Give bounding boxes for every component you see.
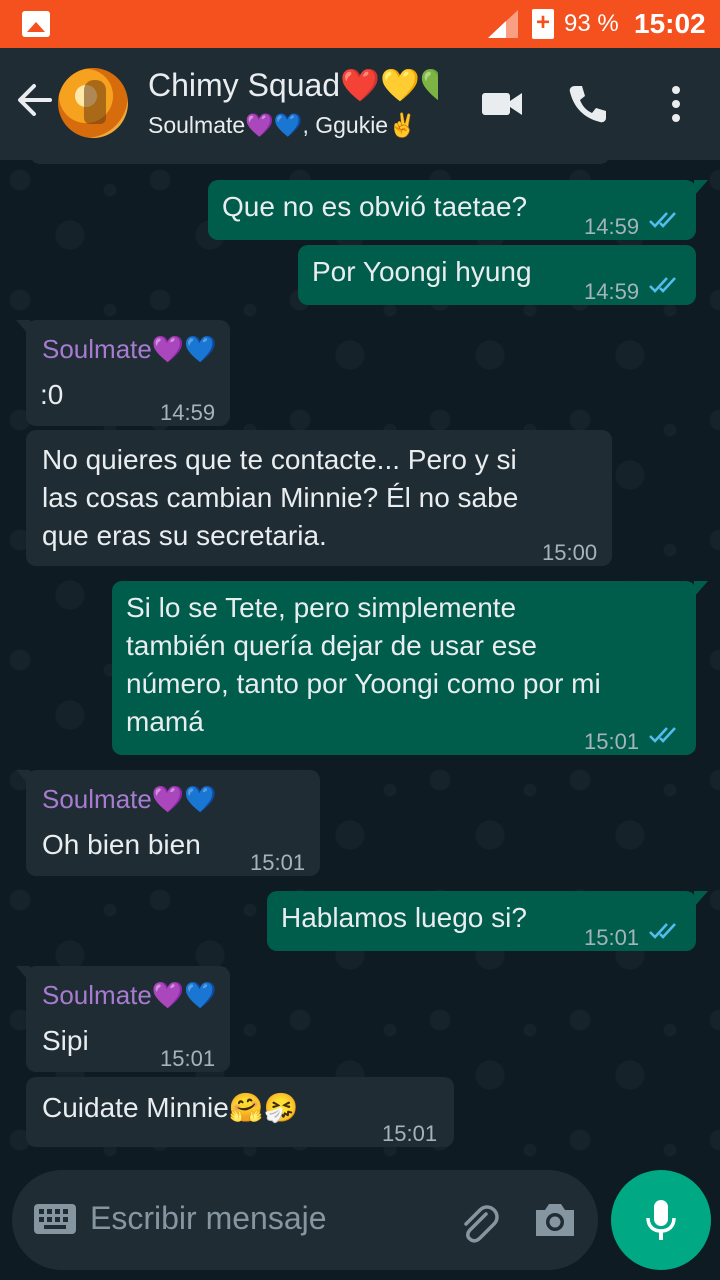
message-list[interactable]: Que no es obvió taetae? 14:59 Por Yoongi…	[0, 160, 720, 1160]
signal-icon	[488, 10, 518, 38]
incoming-message[interactable]: Soulmate💜💙 Sipi 15:01	[16, 966, 230, 1072]
status-bar: 93 % 15:02	[0, 0, 720, 48]
message-time: 15:00	[542, 540, 598, 565]
message-composer[interactable]: Escribir mensaje	[12, 1170, 598, 1270]
group-avatar[interactable]	[58, 68, 128, 138]
read-receipt-icon	[649, 727, 676, 743]
video-call-icon[interactable]	[480, 82, 524, 126]
attach-icon[interactable]	[456, 1200, 500, 1244]
incoming-message[interactable]: Soulmate💜💙 :0 14:59	[16, 320, 230, 426]
battery-percentage: 93 %	[564, 10, 619, 37]
message-time: 14:59	[160, 400, 216, 425]
microphone-icon	[646, 1200, 676, 1240]
message-text: No quieres que te contacte... Pero y si …	[42, 444, 519, 551]
outgoing-message[interactable]: Por Yoongi hyung 14:59	[298, 245, 696, 305]
incoming-message[interactable]: Soulmate💜💙 Oh bien bien 15:01	[16, 770, 320, 876]
message-text: Que no es obvió taetae?	[222, 191, 528, 222]
read-receipt-icon	[649, 277, 676, 293]
message-time: 15:01	[584, 729, 640, 754]
message-text: Oh bien bien	[42, 829, 201, 860]
message-text: Por Yoongi hyung	[312, 256, 532, 287]
camera-icon[interactable]	[532, 1200, 578, 1240]
sender-name: Soulmate💜💙	[42, 334, 217, 364]
message-time: 15:01	[160, 1046, 216, 1071]
message-text: :0	[40, 379, 64, 410]
message-time: 14:59	[584, 214, 640, 239]
outgoing-message[interactable]: Que no es obvió taetae? 14:59	[208, 180, 708, 240]
sender-name: Soulmate💜💙	[42, 980, 217, 1010]
message-text: Sipi	[42, 1025, 89, 1056]
chat-header: Chimy Squad❤️💛💚 Soulmate💜💙, Ggukie✌️	[0, 48, 720, 160]
read-receipt-icon	[649, 923, 676, 939]
incoming-message[interactable]: Cuidate Minnie🤗🤧 15:01	[26, 1077, 454, 1147]
chat-title[interactable]: Chimy Squad❤️💛💚	[148, 66, 438, 108]
keyboard-icon[interactable]	[34, 1204, 76, 1234]
back-arrow-icon[interactable]	[14, 80, 54, 120]
battery-icon	[532, 9, 554, 39]
message-time: 15:01	[250, 850, 306, 875]
more-options-icon[interactable]	[654, 82, 698, 126]
outgoing-message[interactable]: Hablamos luego si? 15:01	[267, 891, 708, 951]
phone-call-icon[interactable]	[566, 82, 610, 126]
image-notification-icon	[22, 11, 50, 37]
clock: 15:02	[634, 8, 706, 39]
previous-message-fragment	[30, 160, 610, 164]
message-input[interactable]: Escribir mensaje	[90, 1200, 327, 1237]
message-text: Hablamos luego si?	[281, 902, 527, 933]
message-time: 14:59	[584, 279, 640, 304]
message-time: 15:01	[584, 925, 640, 950]
message-text: Si lo se Tete, pero simplemente también …	[126, 592, 601, 737]
chat-subtitle[interactable]: Soulmate💜💙, Ggukie✌️	[148, 112, 448, 139]
voice-message-button[interactable]	[611, 1170, 711, 1270]
outgoing-message[interactable]: Si lo se Tete, pero simplemente también …	[112, 581, 708, 755]
incoming-message[interactable]: No quieres que te contacte... Pero y si …	[26, 430, 612, 566]
message-text: Cuidate Minnie🤗🤧	[42, 1092, 299, 1123]
read-receipt-icon	[649, 212, 676, 228]
message-time: 15:01	[382, 1121, 438, 1146]
sender-name: Soulmate💜💙	[42, 784, 217, 814]
